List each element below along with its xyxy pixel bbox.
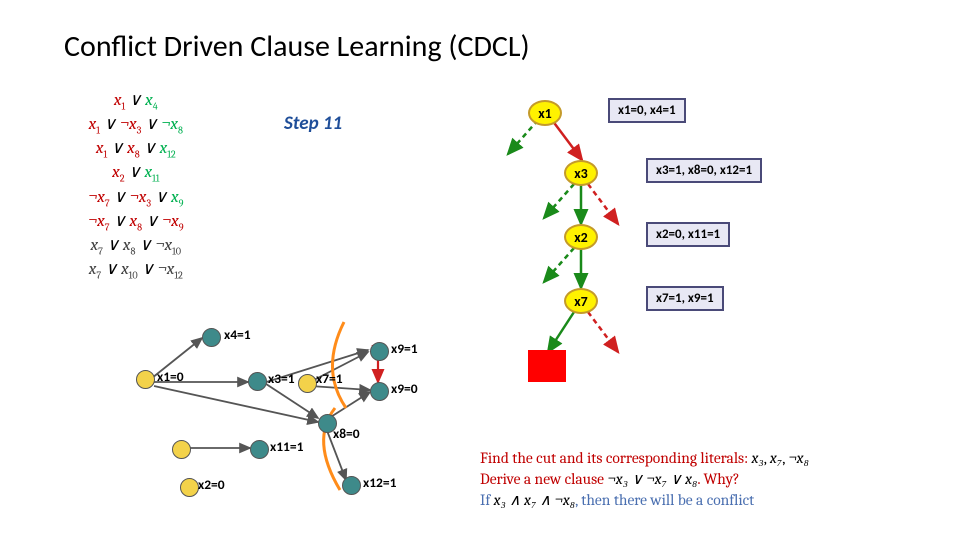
node-x7	[298, 374, 317, 393]
node-x12	[342, 476, 361, 495]
node-x2	[172, 440, 191, 459]
assignment-box-4: x7=1, x9=1	[646, 286, 724, 311]
node-x4	[202, 328, 221, 347]
label-x9b: x9=0	[391, 380, 418, 397]
node-x11	[250, 440, 269, 459]
page-title: Conflict Driven Clause Learning (CDCL)	[64, 28, 530, 65]
tree-node-x1: x1	[528, 100, 562, 126]
label-x1: x1=0	[157, 368, 184, 385]
assignment-box-2: x3=1, x8=0, x12=1	[646, 158, 762, 183]
node-x9a	[370, 342, 389, 361]
node-x3	[248, 372, 267, 391]
explain-2b: ¬x₃ ∨ ¬x₇ ∨ x₈	[607, 470, 697, 488]
label-x4: x4=1	[224, 326, 251, 343]
step-label: Step 11	[284, 112, 342, 135]
decision-tree: x1 x3 x2 x7 x1=0, x4=1 x3=1, x8=0, x12=1…	[478, 98, 918, 388]
label-x11: x11=1	[270, 438, 303, 455]
label-x8: x8=0	[333, 425, 360, 442]
explain-2a: Derive a new clause	[480, 470, 607, 488]
explanation-text: Find the cut and its corresponding liter…	[480, 448, 809, 511]
tree-node-x7: x7	[564, 288, 598, 314]
explain-1a: Find the cut and its corresponding liter…	[480, 449, 751, 467]
explain-3c: , then there will be a conflict	[575, 491, 754, 509]
tree-node-x2: x2	[564, 224, 598, 250]
tree-node-x3: x3	[564, 160, 598, 186]
explain-3b: x₃ ∧ x₇ ∧ ¬x₈	[494, 491, 576, 509]
assignment-box-3: x2=0, x11=1	[646, 222, 730, 247]
label-x3: x3=1	[268, 370, 295, 387]
clause-list: x1 ∨ x4x1 ∨ ¬x3 ∨ ¬x8x1 ∨ x8 ∨ x12x2 ∨ x…	[88, 90, 184, 283]
assignment-box-1: x1=0, x4=1	[608, 98, 686, 123]
node-x1	[136, 370, 155, 389]
node-x2b	[180, 478, 199, 497]
label-x7: x7=1	[316, 370, 343, 387]
label-x12: x12=1	[363, 474, 396, 491]
implication-graph: x4=1 x1=0 x3=1 x7=1 x8=0 x9=1 x9=0 x11=1…	[120, 320, 490, 520]
explain-2c: . Why?	[697, 470, 739, 488]
node-x9b	[370, 382, 389, 401]
explain-3a: If	[480, 491, 494, 509]
label-x2: x2=0	[198, 476, 225, 493]
label-x9a: x9=1	[391, 340, 418, 357]
conflict-marker	[528, 350, 566, 382]
